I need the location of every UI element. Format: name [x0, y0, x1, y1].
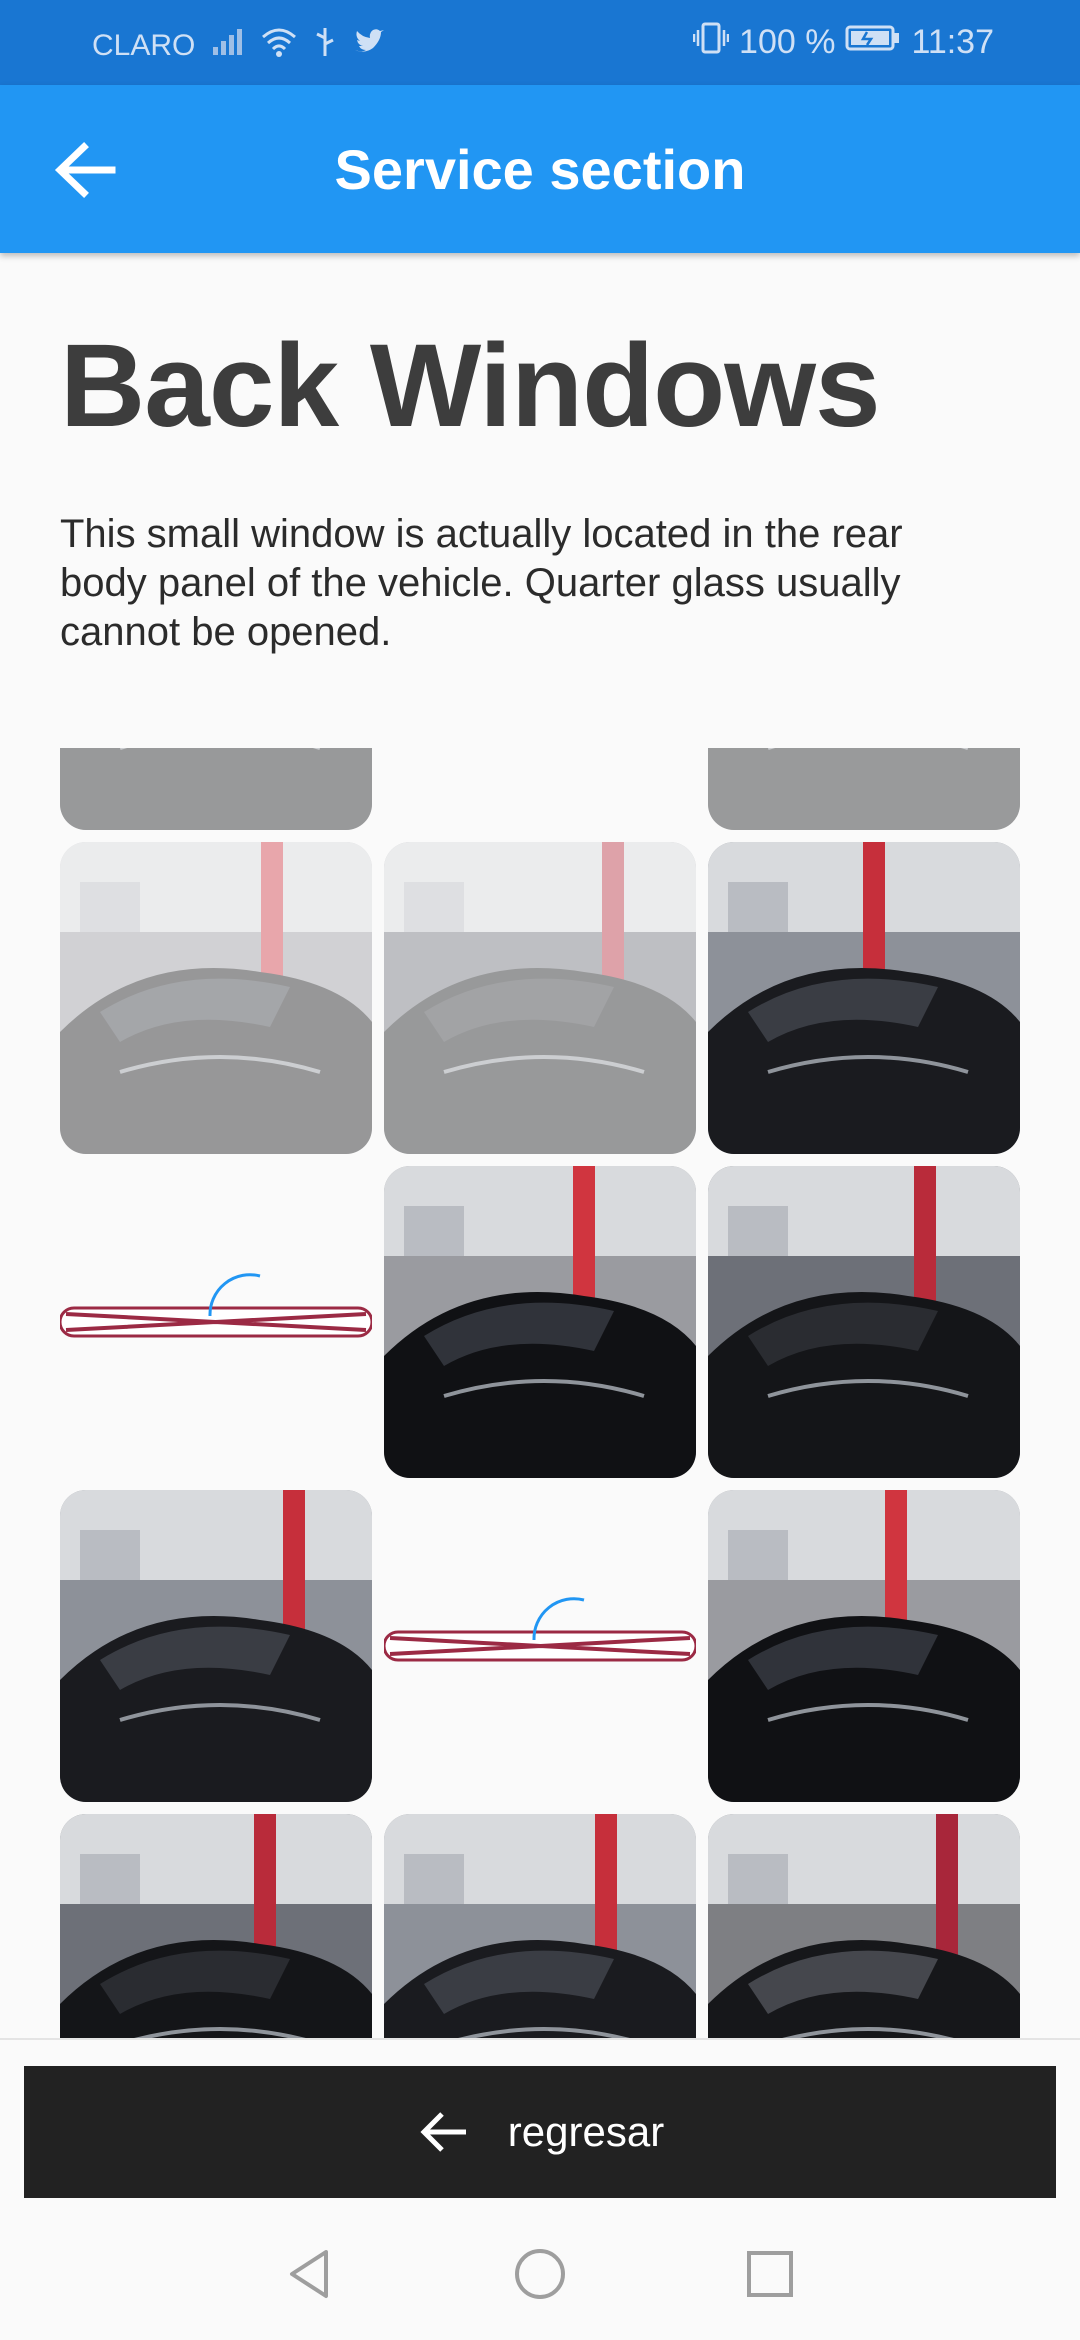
- regresar-button[interactable]: regresar: [24, 2066, 1056, 2198]
- nav-home-icon[interactable]: [510, 2244, 570, 2304]
- usb-icon: [313, 26, 337, 66]
- system-nav-bar: [0, 2210, 1080, 2340]
- image-empty-slot: [384, 748, 696, 830]
- nav-back-icon[interactable]: [280, 2244, 340, 2304]
- signal-icon: [211, 27, 245, 65]
- gallery-image[interactable]: [60, 842, 372, 1154]
- gallery-image[interactable]: [60, 1814, 372, 2038]
- battery-charging-icon: [845, 23, 901, 62]
- wifi-icon: [261, 27, 297, 65]
- gallery-image[interactable]: [384, 1814, 696, 2038]
- arrow-back-icon: [420, 2112, 466, 2152]
- gallery-image[interactable]: [384, 1166, 696, 1478]
- carrier-label: CLARO: [92, 29, 196, 62]
- gallery-image[interactable]: [708, 1814, 1020, 2038]
- image-gallery[interactable]: [60, 748, 1020, 2038]
- gallery-image[interactable]: [60, 1490, 372, 1802]
- clock: 11:37: [911, 23, 994, 61]
- nav-recents-icon[interactable]: [740, 2244, 800, 2304]
- description-text: This small window is actually located in…: [60, 512, 903, 654]
- twitter-icon: [353, 28, 385, 64]
- status-bar: CLARO 100 % 11:37: [0, 0, 1080, 85]
- vibrate-icon: [692, 22, 730, 63]
- gallery-image[interactable]: [384, 842, 696, 1154]
- image-loading-placeholder[interactable]: [60, 1166, 372, 1478]
- gallery-image[interactable]: [708, 748, 1020, 830]
- app-bar-title: Service section: [334, 138, 746, 201]
- image-grid: [60, 748, 1020, 2038]
- gallery-image[interactable]: [708, 1166, 1020, 1478]
- app-bar: Service section: [0, 85, 1080, 253]
- regresar-button-label: regresar: [507, 2108, 665, 2155]
- battery-percent: 100 %: [739, 23, 836, 61]
- gallery-image[interactable]: [60, 748, 372, 830]
- divider: [0, 2038, 1080, 2040]
- gallery-image[interactable]: [708, 842, 1020, 1154]
- image-loading-placeholder[interactable]: [384, 1490, 696, 1802]
- gallery-image[interactable]: [708, 1490, 1020, 1802]
- page-title: Back Windows: [60, 320, 881, 452]
